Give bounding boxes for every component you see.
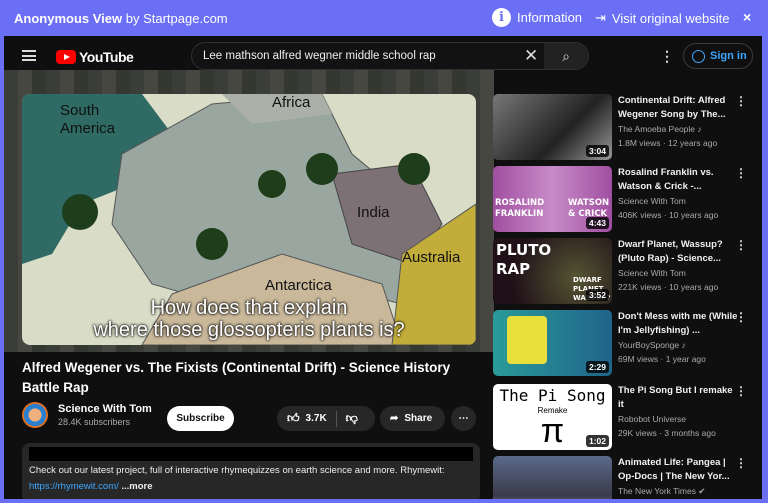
video-frame-map: South America Africa India Antarctica Au… xyxy=(22,94,476,345)
more-icon[interactable]: ⋮ xyxy=(735,384,747,398)
dislike-icon[interactable]: 👎︎ xyxy=(346,411,358,426)
related-title[interactable]: Don't Mess with me (While I'm Jellyfishi… xyxy=(618,310,738,338)
youtube-page: YouTube ✕ ⌕ ⋮ Sign in South America Afri… xyxy=(4,36,762,499)
divider xyxy=(335,410,337,427)
map-label-africa: Africa xyxy=(272,94,311,111)
related-video[interactable]: 2:29 Don't Mess with me (While I'm Jelly… xyxy=(493,310,753,378)
duration: 2:29 xyxy=(585,361,609,373)
duration: 1:02 xyxy=(585,435,609,447)
video-player[interactable]: South America Africa India Antarctica Au… xyxy=(4,70,494,352)
related-channel[interactable]: The Amoeba People ♪ xyxy=(618,124,702,134)
duration: 3:04 xyxy=(585,145,609,157)
thumb-text: PLUTO RAP xyxy=(496,241,552,278)
related-title[interactable]: Animated Life: Pangea | Op-Docs | The Ne… xyxy=(618,456,738,484)
logo-text: YouTube xyxy=(79,49,134,65)
information-link[interactable]: i Information xyxy=(492,8,582,27)
duration: 4:43 xyxy=(585,217,609,229)
description-text: Check out our latest project, full of in… xyxy=(29,465,445,476)
info-icon: i xyxy=(492,8,511,27)
youtube-play-icon xyxy=(56,50,76,64)
search-input[interactable] xyxy=(192,43,512,69)
user-icon xyxy=(692,49,705,63)
channel-name[interactable]: Science With Tom xyxy=(58,403,152,415)
related-meta: 221K views · 10 years ago xyxy=(618,282,719,292)
related-channel[interactable]: The New York Times ✔ xyxy=(618,486,705,497)
thumb-text: ROSALIND FRANKLIN xyxy=(495,198,545,219)
more-actions-button[interactable]: ⋯ xyxy=(451,406,476,431)
related-video[interactable]: 3:04 Continental Drift: Alfred Wegener S… xyxy=(493,94,753,162)
like-icon[interactable]: 👍︎ xyxy=(287,411,300,426)
more-icon[interactable]: ⋮ xyxy=(735,310,747,324)
caption-line-2: where those glossopteris plants is? xyxy=(93,319,405,341)
thumbnail[interactable] xyxy=(493,456,612,499)
related-title[interactable]: Dwarf Planet, Wassup? (Pluto Rap) - Scie… xyxy=(618,238,738,266)
show-more[interactable]: ...more xyxy=(119,481,152,492)
sign-in-label: Sign in xyxy=(710,50,747,62)
thumbnail[interactable]: PLUTO RAP DWARF PLANET WASSUP? 3:52 xyxy=(493,238,612,304)
description-link[interactable]: https://rhymewit.com/ xyxy=(29,481,119,492)
related-meta: 69M views · 1 year ago xyxy=(618,354,706,364)
more-icon[interactable]: ⋮ xyxy=(735,94,747,108)
information-label: Information xyxy=(517,10,583,25)
clear-search-icon[interactable]: ✕ xyxy=(524,46,538,66)
share-label: Share xyxy=(404,413,433,424)
external-link-icon: ⇥ xyxy=(595,10,606,25)
related-meta: 406K views · 10 years ago xyxy=(618,210,719,220)
brand-rest: by Startpage.com xyxy=(122,11,228,26)
related-channel[interactable]: Science With Tom xyxy=(618,196,686,206)
subscriber-count: 28.4K subscribers xyxy=(58,417,131,427)
map-label-south-america: South America xyxy=(60,102,116,137)
visit-label: Visit original website xyxy=(611,10,730,26)
related-channel[interactable]: YourBoySponge ♪ xyxy=(618,340,686,350)
related-meta: 29K views · 3 months ago xyxy=(618,428,716,438)
related-meta: 1.8M views · 12 years ago xyxy=(618,138,718,148)
thumb-text: The Pi Song xyxy=(499,386,606,405)
subscribe-button[interactable]: Subscribe xyxy=(167,406,234,431)
close-button[interactable]: × xyxy=(743,9,751,25)
thumbnail[interactable]: 3:04 xyxy=(493,94,612,160)
like-dislike-group: 👍︎ 3.7K 👎︎ xyxy=(277,406,375,431)
video-title: Alfred Wegener vs. The Fixists (Continen… xyxy=(22,360,451,395)
sponge-figure xyxy=(507,316,547,364)
startpage-brand: Anonymous View by Startpage.com xyxy=(14,11,228,26)
related-channel[interactable]: Science With Tom xyxy=(618,268,686,278)
more-icon[interactable]: ⋮ xyxy=(735,456,747,470)
related-video[interactable]: The Pi Song Remake π 1:02 The Pi Song Bu… xyxy=(493,384,753,452)
visit-original-link[interactable]: ⇥ Visit original website xyxy=(595,10,729,26)
channel-avatar[interactable] xyxy=(22,402,48,428)
share-icon: ➦ xyxy=(390,413,399,424)
search-button[interactable]: ⌕ xyxy=(544,43,588,69)
related-video[interactable]: ROSALIND FRANKLIN WATSON & CRICK 4:43 Ro… xyxy=(493,166,753,234)
like-count[interactable]: 3.7K xyxy=(306,413,327,424)
menu-icon[interactable] xyxy=(22,50,36,61)
more-icon[interactable]: ⋮ xyxy=(735,166,747,180)
related-video[interactable]: PLUTO RAP DWARF PLANET WASSUP? 3:52 Dwar… xyxy=(493,238,753,306)
search-box: ✕ ⌕ xyxy=(191,42,589,70)
sign-in-button[interactable]: Sign in xyxy=(683,43,753,69)
map-label-india: India xyxy=(357,204,390,221)
thumbnail[interactable]: 2:29 xyxy=(493,310,612,376)
more-options-icon[interactable]: ⋮ xyxy=(660,48,674,65)
redacted-bar xyxy=(29,447,473,461)
description-box[interactable]: Check out our latest project, full of in… xyxy=(22,443,480,499)
youtube-logo[interactable]: YouTube xyxy=(56,49,134,65)
map-label-australia: Australia xyxy=(402,249,461,266)
startpage-bar: Anonymous View by Startpage.com i Informa… xyxy=(0,0,768,36)
related-title[interactable]: Rosalind Franklin vs. Watson & Crick -..… xyxy=(618,166,738,194)
duration: 3:52 xyxy=(585,289,609,301)
brand-bold: Anonymous View xyxy=(14,11,123,26)
related-title[interactable]: Continental Drift: Alfred Wegener Song b… xyxy=(618,94,738,122)
caption-line-1: How does that explain xyxy=(150,297,348,319)
map-label-antarctica: Antarctica xyxy=(265,277,332,294)
related-video[interactable]: Animated Life: Pangea | Op-Docs | The Ne… xyxy=(493,456,753,499)
channel-info[interactable]: Science With Tom 28.4K subscribers xyxy=(22,402,152,428)
related-title[interactable]: The Pi Song But I remake it xyxy=(618,384,738,412)
thumbnail[interactable]: The Pi Song Remake π 1:02 xyxy=(493,384,612,450)
thumbnail[interactable]: ROSALIND FRANKLIN WATSON & CRICK 4:43 xyxy=(493,166,612,232)
share-button[interactable]: ➦ Share xyxy=(380,406,445,431)
related-channel[interactable]: Robobot Universe xyxy=(618,414,686,424)
more-icon[interactable]: ⋮ xyxy=(735,238,747,252)
